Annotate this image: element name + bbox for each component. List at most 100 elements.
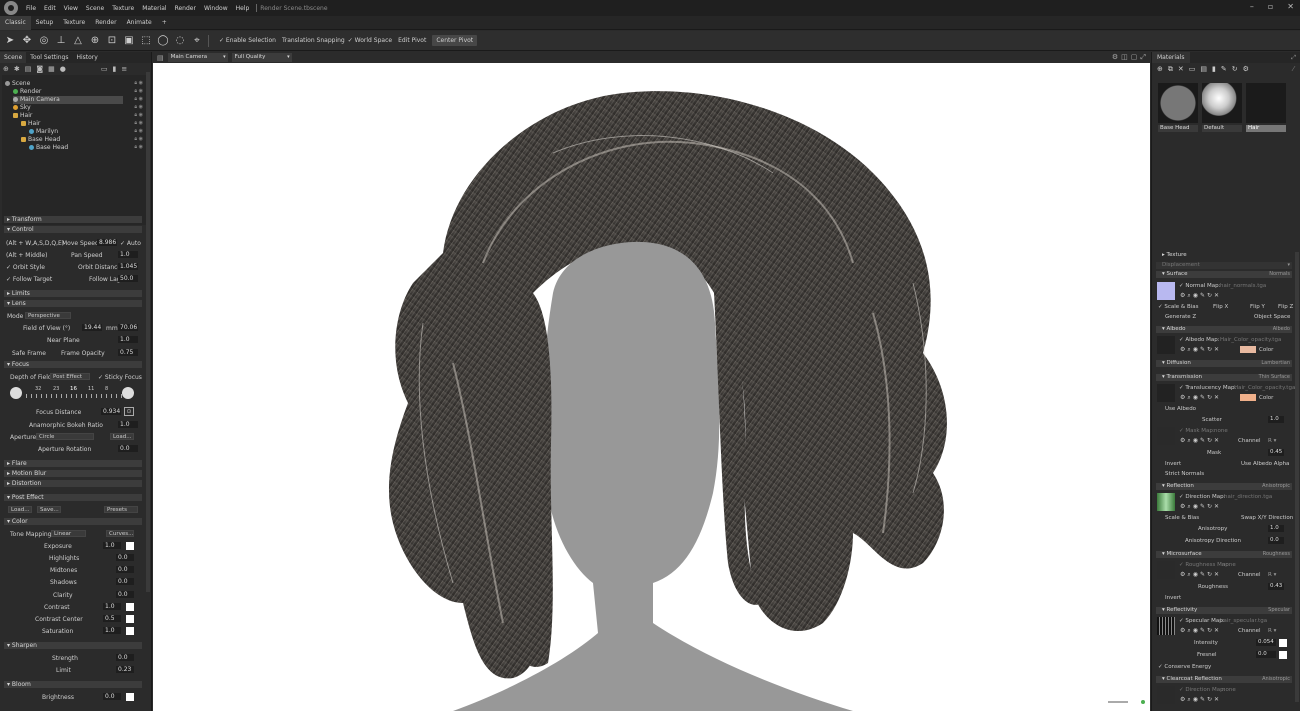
menu-file[interactable]: File xyxy=(22,5,40,12)
albedo-map-thumb[interactable] xyxy=(1157,336,1175,354)
section-post-effect[interactable]: ▾ Post Effect xyxy=(4,494,142,501)
close-icon[interactable]: ✕ xyxy=(1287,2,1294,11)
orbit-distance-field[interactable]: 1.045 xyxy=(118,263,138,270)
albedo-map-file[interactable]: Hair_Color_opacity.tga xyxy=(1220,337,1281,343)
menu-edit[interactable]: Edit xyxy=(40,5,60,12)
rotate-icon[interactable]: ◎ xyxy=(37,34,51,48)
maximize-icon[interactable]: ▫ xyxy=(1268,2,1273,11)
anisotropy-field[interactable]: 1.0 xyxy=(1268,525,1284,532)
swap-xy-checkbox[interactable]: Swap X/Y Direction xyxy=(1241,515,1293,521)
specular-map-file[interactable]: hair_specular.tga xyxy=(1220,618,1267,624)
trash-icon[interactable]: ▮ xyxy=(1212,65,1216,73)
menu-help[interactable]: Help xyxy=(232,5,254,12)
group-icon[interactable]: ▦ xyxy=(48,65,55,73)
shadows-field[interactable]: 0.0 xyxy=(116,578,134,585)
menu-view[interactable]: View xyxy=(60,5,82,12)
clearcoat-map-file[interactable]: none xyxy=(1222,687,1236,693)
mask-map-file[interactable]: none xyxy=(1214,428,1228,434)
refresh-icon[interactable]: ↻ xyxy=(1232,65,1238,73)
delete-icon[interactable]: ▮ xyxy=(113,65,117,73)
orbit-style-checkbox[interactable]: ✓ Orbit Style xyxy=(6,264,45,271)
section-albedo[interactable]: ▾ Albedo Albedo xyxy=(1156,326,1292,333)
fresnel-field[interactable]: 0.0 xyxy=(1256,651,1276,658)
sharpen-limit-field[interactable]: 0.23 xyxy=(116,666,134,673)
translation-snapping-toggle[interactable]: Translation Snapping xyxy=(282,37,345,44)
lasso-icon[interactable]: ◌ xyxy=(173,34,187,48)
delete-material-icon[interactable]: ✕ xyxy=(1178,65,1184,73)
contrast-center-field[interactable]: 0.5 xyxy=(103,615,121,622)
quality-dropdown[interactable]: Full Quality xyxy=(231,53,292,62)
section-transform[interactable]: ▸ Transform xyxy=(4,216,142,223)
albedo-map-checkbox[interactable]: ✓ Albedo Map: xyxy=(1179,337,1220,343)
edit-pivot-button[interactable]: Edit Pivot xyxy=(398,37,426,44)
direction-map-checkbox[interactable]: ✓ Direction Map: xyxy=(1179,494,1225,500)
pan-speed-field[interactable]: 1.0 xyxy=(118,251,138,258)
tree-node-base-head[interactable]: Base Head xyxy=(29,144,68,152)
reflection-type-dropdown[interactable]: Anisotropic xyxy=(1262,483,1290,490)
camera-dropdown[interactable]: Main Camera xyxy=(167,53,228,62)
exposure-field[interactable]: 1.0 xyxy=(103,542,121,549)
material-thumb-default[interactable] xyxy=(1202,83,1242,123)
settings-icon[interactable]: ⚙ xyxy=(1243,65,1249,73)
clarity-field[interactable]: 0.0 xyxy=(116,591,134,598)
target-icon[interactable]: ⊡ xyxy=(105,34,119,48)
section-lens[interactable]: ▾ Lens xyxy=(4,300,142,307)
ellipse-select-icon[interactable]: ◯ xyxy=(156,34,170,48)
tab-texture[interactable]: Texture xyxy=(58,16,90,30)
minimize-icon[interactable]: – xyxy=(1250,2,1254,11)
aperture-dropdown[interactable]: Circle xyxy=(36,433,94,440)
tree-node-scene[interactable]: Scene xyxy=(5,80,30,88)
translate-icon[interactable]: ✥ xyxy=(20,34,34,48)
visibility-lock-icon[interactable]: 🔒︎ ◉ xyxy=(134,136,143,142)
safe-frame-checkbox[interactable]: Safe Frame xyxy=(12,350,46,357)
intensity-field[interactable]: 0.054 xyxy=(1256,639,1276,646)
surface-type-dropdown[interactable]: Normals xyxy=(1269,271,1290,278)
view-mode-icon[interactable]: ⁄ xyxy=(1293,65,1294,73)
world-space-toggle[interactable]: ✓ World Space xyxy=(348,37,392,44)
highlights-field[interactable]: 0.0 xyxy=(116,554,134,561)
post-load-button[interactable]: Load... xyxy=(8,506,32,513)
section-surface[interactable]: ▾ Surface Normals xyxy=(1156,271,1292,278)
move-speed-field[interactable]: 8.986 xyxy=(97,239,117,246)
invert-checkbox[interactable]: Invert xyxy=(1165,461,1181,467)
section-control[interactable]: ▾ Control xyxy=(4,226,142,233)
section-displacement[interactable]: Displacement ▾ xyxy=(1156,262,1292,269)
split-view-icon[interactable]: ◫ xyxy=(1121,52,1128,63)
presets-dropdown[interactable]: Presets xyxy=(104,506,138,513)
anisotropy-direction-field[interactable]: 0.0 xyxy=(1268,537,1284,544)
section-transmission[interactable]: ▾ Transmission Thin Surface xyxy=(1156,374,1292,381)
scatter-field[interactable]: 1.0 xyxy=(1268,416,1284,423)
normal-map-file[interactable]: hair_normals.tga xyxy=(1220,283,1266,289)
section-focus[interactable]: ▾ Focus xyxy=(4,361,142,368)
clearcoat-map-thumb[interactable] xyxy=(1157,686,1175,704)
tree-node-hair-group[interactable]: Hair xyxy=(13,112,32,120)
lens-mode-dropdown[interactable]: Perspective xyxy=(25,312,71,319)
section-flare[interactable]: ▸ Flare xyxy=(4,460,142,467)
material-thumb-base-head[interactable] xyxy=(1158,83,1198,123)
tab-add[interactable]: + xyxy=(157,16,172,30)
conserve-energy-checkbox[interactable]: ✓ Conserve Energy xyxy=(1158,664,1211,670)
save-material-icon[interactable]: ▤ xyxy=(1200,65,1207,73)
map-tools-icon[interactable]: ⚙⌕◉✎↻✕ xyxy=(1180,394,1221,402)
contrast-field[interactable]: 1.0 xyxy=(103,603,121,610)
visibility-lock-icon[interactable]: 🔒︎ ◉ xyxy=(134,104,143,110)
new-material-icon[interactable]: ⊕ xyxy=(1157,65,1163,73)
translucency-map-file[interactable]: Hair_Color_opacity.tga xyxy=(1234,385,1295,391)
tab-animate[interactable]: Animate xyxy=(122,16,157,30)
roughness-map-thumb[interactable] xyxy=(1157,561,1175,579)
albedo-color-swatch[interactable] xyxy=(1240,346,1256,353)
direction-map-file[interactable]: hair_direction.tga xyxy=(1224,494,1272,500)
tree-node-base-head-group[interactable]: Base Head xyxy=(21,136,60,144)
section-bloom[interactable]: ▾ Bloom xyxy=(4,681,142,688)
follow-target-checkbox[interactable]: ✓ Follow Target xyxy=(6,276,52,283)
add-light-icon[interactable]: ✱ xyxy=(14,65,20,73)
map-tools-icon[interactable]: ⚙⌕◉✎↻✕ xyxy=(1180,503,1221,511)
specular-map-checkbox[interactable]: ✓ Specular Map: xyxy=(1179,618,1225,624)
camera-icon[interactable]: ◙ xyxy=(36,65,43,73)
roughness-field[interactable]: 0.43 xyxy=(1268,583,1284,590)
fresnel-swatch[interactable] xyxy=(1279,651,1287,659)
diffusion-type-dropdown[interactable]: Lambertian xyxy=(1261,360,1290,367)
saturation-field[interactable]: 1.0 xyxy=(103,627,121,634)
focus-distance-field[interactable]: 0.934 xyxy=(101,408,121,415)
direction-map-thumb[interactable] xyxy=(1157,493,1175,511)
